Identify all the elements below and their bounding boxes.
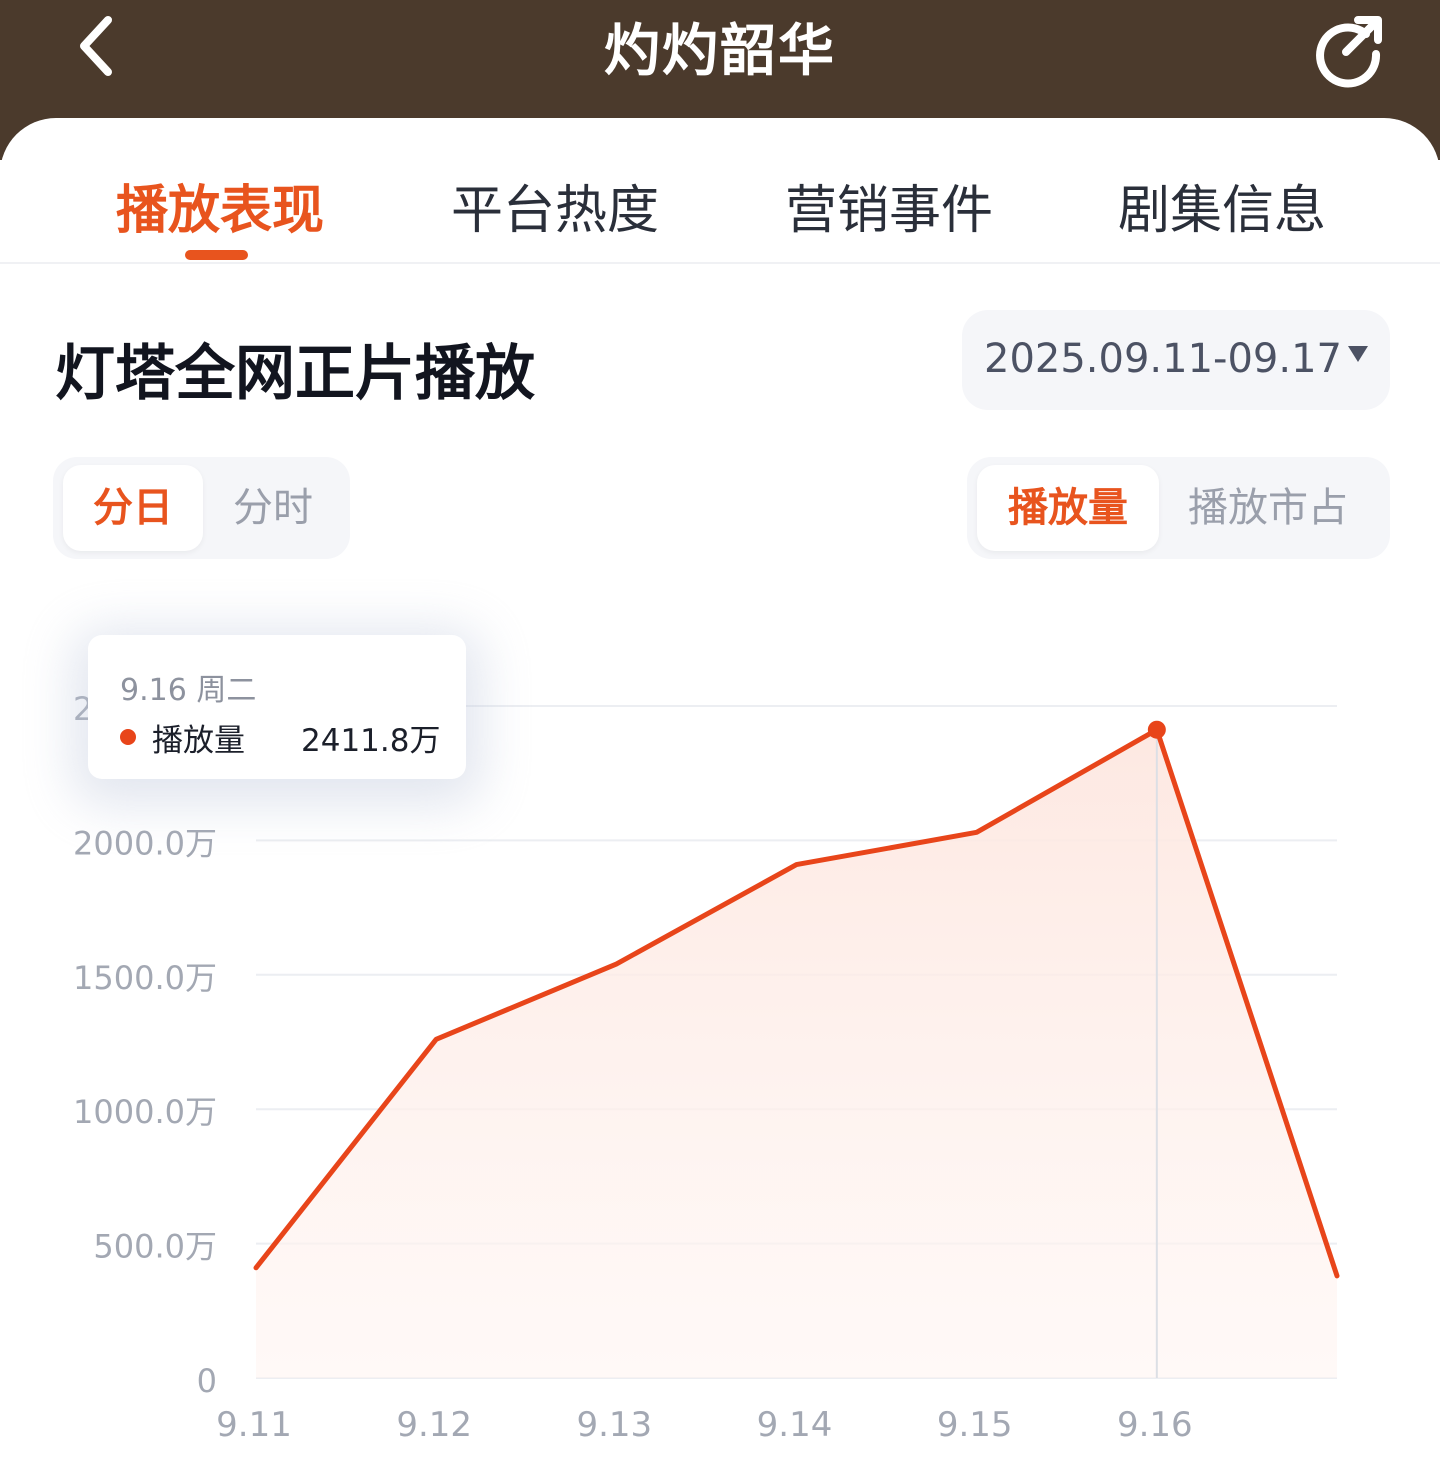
granularity-toggle: 分日 分时 (53, 457, 350, 559)
highlighted-data-point[interactable] (1147, 720, 1166, 739)
active-tab-indicator (185, 250, 248, 260)
section-title: 灯塔全网正片播放 (55, 339, 535, 409)
chart-tooltip: 9.16 周二 播放量 2411.8万 (88, 635, 466, 779)
granularity-hourly-button[interactable]: 分时 (203, 465, 343, 551)
share-icon[interactable] (1308, 8, 1388, 88)
date-range-picker[interactable]: 2025.09.11-09.17 (962, 310, 1390, 410)
y-tick-label: 1000.0万 (73, 1093, 217, 1131)
date-range-value: 2025.09.11-09.17 (984, 336, 1342, 382)
tooltip-date: 9.16 周二 (120, 673, 257, 708)
y-tick-label: 1500.0万 (73, 959, 217, 997)
app-title: 灼灼韶华 (604, 19, 836, 84)
tab-divider (0, 262, 1440, 264)
x-tick-label: 9.13 (576, 1405, 652, 1445)
x-tick-label: 9.11 (216, 1405, 292, 1445)
x-tick-label: 9.14 (757, 1405, 833, 1445)
y-tick-label: 0 (197, 1362, 217, 1400)
x-tick-label: 9.12 (396, 1405, 472, 1445)
x-tick-label: 9.15 (937, 1405, 1013, 1445)
tooltip-series-dot (120, 729, 136, 745)
granularity-daily-button[interactable]: 分日 (63, 465, 203, 551)
metric-share-button[interactable]: 播放市占 (1167, 465, 1369, 551)
tooltip-series-label: 播放量 (152, 723, 245, 759)
tab-playback-performance[interactable]: 播放表现 (116, 168, 324, 241)
metric-toggle: 播放量 播放市占 (967, 457, 1390, 559)
series-area (256, 729, 1337, 1378)
tab-platform-heat[interactable]: 平台热度 (451, 168, 659, 241)
y-tick-label: 500.0万 (93, 1228, 217, 1266)
tab-episode-info[interactable]: 剧集信息 (1118, 168, 1326, 241)
y-tick-label: 2000.0万 (73, 824, 217, 862)
tooltip-value: 2411.8万 (301, 723, 441, 759)
caret-down-icon (1348, 346, 1368, 362)
metric-plays-button[interactable]: 播放量 (977, 465, 1159, 551)
tab-marketing-events[interactable]: 营销事件 (785, 168, 993, 241)
x-tick-label: 9.16 (1117, 1405, 1193, 1445)
